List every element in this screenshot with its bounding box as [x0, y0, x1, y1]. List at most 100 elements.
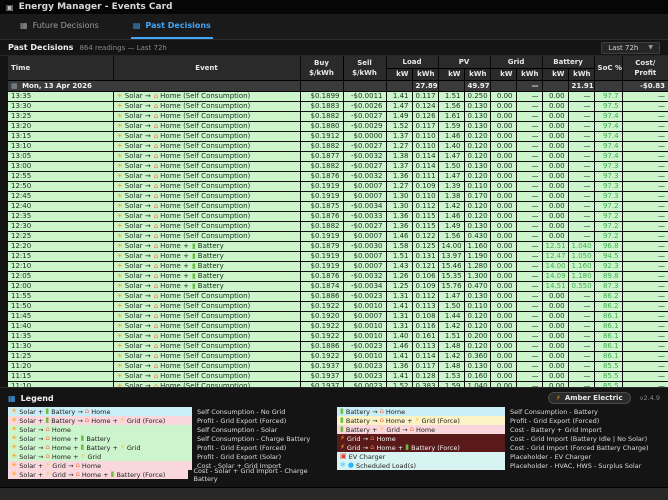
value-cell: —: [515, 361, 543, 372]
sun-icon: ☀: [116, 272, 123, 280]
flow-text: Battery +: [86, 443, 118, 452]
value-cell: 1.26: [385, 271, 412, 282]
flow-text: Solar →: [124, 92, 151, 100]
value-cell: —: [567, 161, 595, 172]
value-cell: 1.37: [385, 131, 412, 142]
sun-icon: ☀: [116, 172, 123, 180]
sun-icon: ☀: [116, 182, 123, 190]
tab-past-decisions[interactable]: ▤ Past Decisions: [130, 14, 213, 39]
value-cell: 1.51: [385, 251, 412, 262]
value-cell: $0.0023: [342, 361, 386, 372]
sun-icon: ☀: [11, 443, 18, 451]
home-icon: ⌂: [153, 262, 159, 270]
sun-icon: ☀: [116, 122, 123, 130]
home-icon: ⌂: [153, 222, 159, 230]
value-cell: —: [515, 341, 543, 352]
battery-icon: ▮: [45, 416, 50, 424]
value-cell: $0.1886: [299, 341, 343, 352]
amber-electric-badge[interactable]: ⚡ Amber Electric: [547, 392, 631, 404]
event-cell: ☀ Solar → ⌂ Home (Self Consumption): [112, 371, 300, 382]
flow-text: Home: [415, 425, 436, 434]
table-row: 11:15 ☀ Solar → ⌂ Home (Self Consumption) $0.…: [8, 371, 668, 382]
value-cell: 0.116: [411, 321, 439, 332]
value-cell: 0.00: [541, 321, 569, 332]
flow-text: Solar →: [124, 192, 151, 200]
flow-text: Solar →: [124, 122, 151, 130]
value-cell: 0.113: [411, 341, 439, 352]
flow-text: Home: [51, 425, 72, 434]
value-cell: $0.0010: [342, 301, 386, 312]
value-cell: $0.1876: [299, 171, 343, 182]
value-cell: $0.0007: [342, 261, 386, 272]
value-cell: $0.0007: [342, 231, 386, 242]
value-cell: 1.31: [385, 311, 412, 322]
home-icon: ⌂: [45, 434, 50, 442]
flow-text: Solar →: [124, 272, 151, 280]
home-icon: ⌂: [45, 425, 50, 433]
value-cell: 1.61: [437, 111, 465, 122]
time-range-select[interactable]: Last 72h ▼: [601, 41, 660, 54]
value-cell: 0.250: [463, 91, 491, 102]
value-cell: —: [621, 171, 668, 182]
legend-title: Legend: [20, 393, 54, 403]
value-cell: 1.41: [385, 351, 412, 362]
table-row: 12:05 ☀ Solar → ⌂ Home + ▮ Battery $0.1876 -$0.0…: [8, 271, 668, 282]
time-cell: 12:45: [8, 191, 113, 202]
table-row: 11:20 ☀ Solar → ⌂ Home (Self Consumption) $0.…: [8, 361, 668, 372]
event-cell: ☀ Solar → ⌂ Home (Self Consumption): [112, 131, 300, 142]
value-cell: 0.122: [411, 231, 439, 242]
value-cell: 97.4: [593, 121, 623, 132]
table-row: 11:40 ☀ Solar → ⌂ Home (Self Consumption) $0.…: [8, 321, 668, 332]
legend-item: ▣ EV Charger Placeholder - EV Charger: [337, 452, 660, 461]
sun-icon: ☀: [116, 242, 123, 250]
sun-icon: ☀: [116, 372, 123, 380]
value-cell: 1.46: [385, 341, 412, 352]
value-cell: 89.8: [593, 271, 623, 282]
date-label: Mon, 13 Apr 2026: [22, 81, 92, 90]
time-cell: 11:55: [8, 291, 113, 302]
flow-text: Solar →: [19, 452, 44, 461]
table-row: 13:25 ☀ Solar → ⌂ Home (Self Consumption) $0.…: [8, 111, 668, 122]
value-cell: —: [515, 261, 543, 272]
legend-swatch: ☀ Solar + ⚡ Grid → ⌂ Home: [8, 461, 192, 470]
flow-text: Solar →: [124, 342, 151, 350]
calendar-icon: ▦: [11, 81, 18, 90]
value-cell: —: [621, 111, 668, 122]
sun-icon: ☀: [116, 342, 123, 350]
home-icon: ⌂: [153, 142, 159, 150]
flow-text: Solar →: [19, 425, 44, 434]
battery-icon: ▮: [191, 242, 196, 250]
value-cell: 1.37: [385, 161, 412, 172]
value-cell: -$0.0027: [342, 221, 386, 232]
flow-text: Battery +: [345, 425, 378, 434]
value-cell: 0.00: [541, 131, 569, 142]
value-cell: 1.36: [385, 171, 412, 182]
event-cell: ☀ Solar → ⌂ Home (Self Consumption): [112, 301, 300, 312]
legend-swatch: ▣ EV Charger: [337, 452, 505, 461]
value-cell: —: [515, 281, 543, 292]
flow-text: Home (Self Consumption): [160, 172, 251, 180]
value-cell: —: [621, 141, 668, 152]
battery-icon: ▮: [191, 272, 196, 280]
legend-item: ☀ Solar → ⌂ Home Self Consumption - Solar: [8, 425, 331, 434]
legend-swatch: ☀ Solar + ⚡ Grid → ⌂ Home + ▮ Battery (Force): [8, 470, 189, 479]
home-icon: ⌂: [75, 461, 80, 469]
sun-icon: ☀: [116, 162, 123, 170]
legend-item: ☀ Solar → ⌂ Home + ⚡ Grid Profit - Grid Export…: [8, 452, 331, 461]
sun-icon: ☀: [116, 322, 123, 330]
battery-icon: ▮: [340, 407, 344, 415]
value-cell: —: [621, 291, 668, 302]
value-cell: 0.00: [489, 161, 517, 172]
value-cell: 0.00: [541, 191, 569, 202]
tab-future-decisions[interactable]: ▦ Future Decisions: [18, 14, 101, 39]
value-cell: 97.3: [593, 171, 623, 182]
value-cell: 0.120: [463, 171, 491, 182]
battery-icon: ▮: [340, 425, 344, 433]
value-cell: —: [567, 141, 595, 152]
sun-icon: ☀: [116, 362, 123, 370]
value-cell: 1.50: [437, 301, 465, 312]
value-cell: 0.00: [489, 201, 517, 212]
value-cell: —: [621, 271, 668, 282]
date-cell: ▦ Mon, 13 Apr 2026: [8, 80, 300, 92]
col-header-sell: Sell $/kWh: [342, 56, 386, 81]
